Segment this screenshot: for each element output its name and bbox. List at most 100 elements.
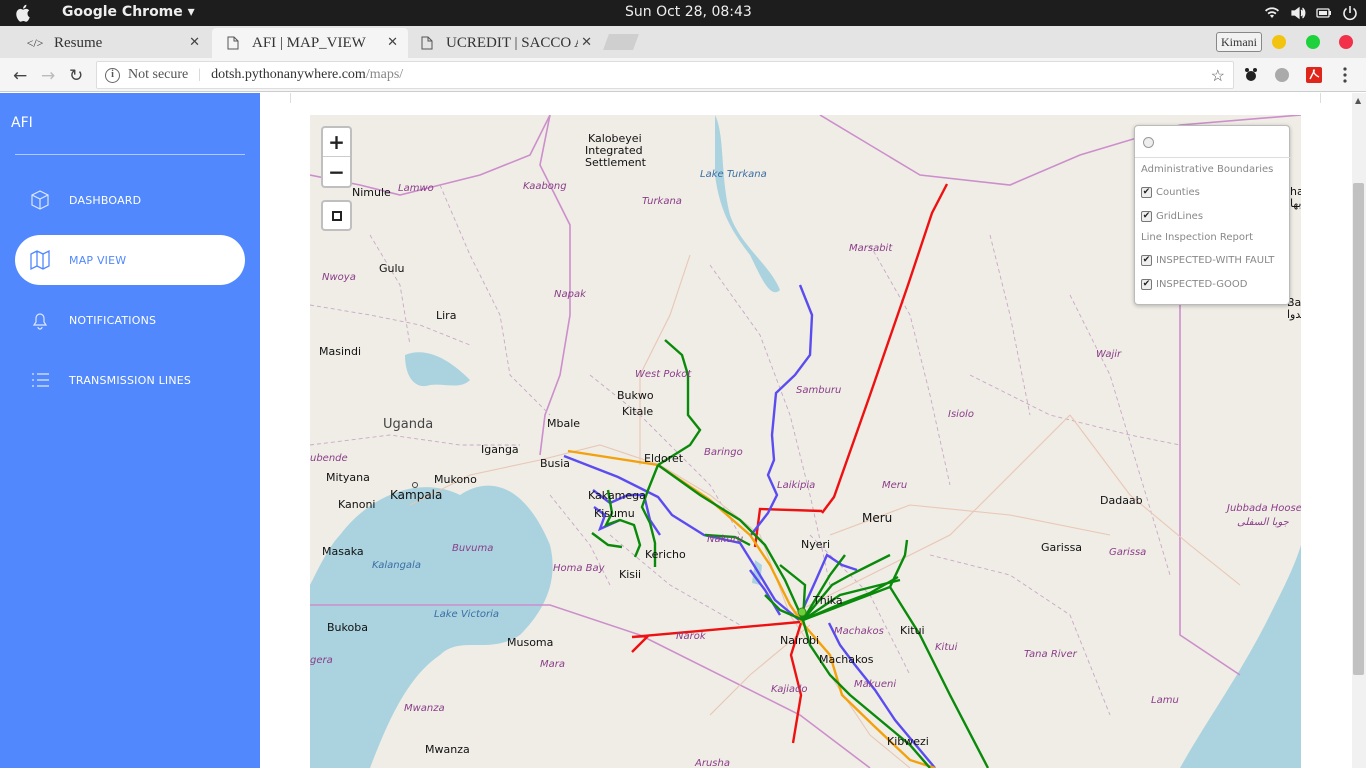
zoom-in-button[interactable]: + bbox=[323, 128, 350, 157]
address-bar[interactable]: i Not secure | dotsh.pythonanywhere.com … bbox=[96, 61, 1234, 89]
map-label: Homa Bay bbox=[553, 563, 605, 574]
map-label: Samburu bbox=[796, 385, 842, 396]
apple-menu-icon[interactable] bbox=[14, 3, 34, 23]
map-label: Kericho bbox=[645, 548, 686, 561]
map-label: Laikipia bbox=[777, 480, 816, 491]
close-tab-icon[interactable]: ✕ bbox=[189, 34, 200, 50]
layer-toggle-inspected-good[interactable]: ✔ INSPECTED-GOOD bbox=[1141, 279, 1247, 290]
extension-circle-icon[interactable] bbox=[1273, 66, 1291, 84]
base-layer-radio[interactable] bbox=[1143, 137, 1154, 148]
map-label: Bukwo bbox=[617, 389, 654, 402]
layer-group-title: Administrative Boundaries bbox=[1141, 164, 1273, 175]
layer-label: GridLines bbox=[1156, 211, 1204, 222]
country-border bbox=[539, 115, 571, 456]
map-label: Nimule bbox=[352, 186, 391, 199]
sidebar-item-label: DASHBOARD bbox=[69, 193, 142, 207]
map-label: Uganda bbox=[383, 417, 434, 432]
divider: | bbox=[198, 67, 202, 82]
page-scrollbar[interactable]: ▲ bbox=[1352, 93, 1366, 768]
back-arrow-icon[interactable]: ← bbox=[13, 66, 27, 86]
sidebar-item-dashboard[interactable]: DASHBOARD bbox=[15, 175, 245, 225]
close-window-button[interactable] bbox=[1339, 35, 1353, 49]
layer-label: INSPECTED-WITH FAULT bbox=[1156, 255, 1275, 266]
menu-kebab-icon[interactable] bbox=[1336, 66, 1354, 84]
map-icon bbox=[30, 249, 50, 271]
layer-toggle-inspected-with-fault[interactable]: ✔ INSPECTED-WITH FAULT bbox=[1141, 255, 1274, 266]
map-label: Mara bbox=[540, 659, 565, 670]
checkbox[interactable]: ✔ bbox=[1141, 187, 1152, 198]
map-label: Nakuru bbox=[707, 534, 744, 545]
system-clock[interactable]: Sun Oct 28, 08:43 bbox=[625, 4, 752, 20]
layer-group-label: Line Inspection Report bbox=[1141, 232, 1253, 243]
active-app-name[interactable]: Google Chrome ▾ bbox=[62, 4, 195, 20]
lake-turkana bbox=[715, 115, 780, 293]
map-label: Jubbada Hoose bbox=[1227, 503, 1301, 514]
map-label: Kibwezi bbox=[887, 735, 929, 748]
map-label: Masindi bbox=[319, 345, 362, 358]
wifi-icon[interactable] bbox=[1264, 5, 1280, 21]
map-label: Musoma bbox=[507, 636, 554, 649]
layer-toggle-gridlines[interactable]: ✔ GridLines bbox=[1141, 211, 1203, 222]
map-label: Narok bbox=[676, 631, 706, 642]
sidebar-item-map-view[interactable]: MAP VIEW bbox=[15, 235, 245, 285]
map-label: Nairobi bbox=[780, 634, 820, 647]
map-label: Iganga bbox=[481, 443, 519, 456]
sidebar-item-label: MAP VIEW bbox=[69, 253, 127, 267]
map-label: Kitale bbox=[622, 405, 654, 418]
country-border bbox=[1179, 305, 1241, 676]
browser-tab-strip: </> Resume ✕ AFI | MAP_VIEW ✕ UCREDIT | … bbox=[0, 26, 1366, 58]
tab-map-view[interactable]: AFI | MAP_VIEW ✕ bbox=[212, 28, 408, 58]
map-label: Eldoret bbox=[644, 452, 684, 465]
layer-group-title: Line Inspection Report bbox=[1141, 232, 1253, 243]
sidebar-item-transmission-lines[interactable]: TRANSMISSION LINES bbox=[15, 355, 245, 405]
checkbox[interactable]: ✔ bbox=[1141, 211, 1152, 222]
close-tab-icon[interactable]: ✕ bbox=[581, 34, 592, 50]
minimize-button[interactable] bbox=[1272, 35, 1286, 49]
map-label: Lamu bbox=[1151, 695, 1179, 706]
zoom-out-button[interactable]: − bbox=[323, 157, 350, 186]
map-label: Wajir bbox=[1096, 349, 1122, 360]
profile-button[interactable]: Kimani bbox=[1216, 32, 1262, 52]
maximize-button[interactable] bbox=[1306, 35, 1320, 49]
map-label: Baringo bbox=[704, 447, 743, 458]
card-edge bbox=[290, 93, 1321, 103]
location-marker bbox=[797, 607, 807, 617]
map-label: Garissa bbox=[1109, 547, 1147, 558]
battery-icon[interactable] bbox=[1316, 5, 1332, 21]
sidebar-item-notifications[interactable]: NOTIFICATIONS bbox=[15, 295, 245, 345]
checkbox[interactable]: ✔ bbox=[1141, 279, 1152, 290]
indian-ocean bbox=[1180, 545, 1301, 768]
map-label: Kampala bbox=[390, 488, 443, 502]
map-view[interactable]: Kalobeyei Integrated Settlement Lake Tur… bbox=[310, 115, 1301, 768]
map-label: Bukoba bbox=[327, 621, 368, 634]
map-label: بيدوا bbox=[1287, 308, 1301, 321]
map-label: Kitui bbox=[900, 624, 925, 637]
layer-control-panel: Administrative Boundaries ✔ Counties ✔ G… bbox=[1134, 125, 1291, 305]
layer-toggle-counties[interactable]: ✔ Counties bbox=[1141, 187, 1200, 198]
fullscreen-button[interactable] bbox=[321, 200, 352, 231]
volume-icon[interactable] bbox=[1290, 5, 1306, 21]
map-label: Kisii bbox=[619, 568, 642, 581]
tab-resume[interactable]: </> Resume ✕ bbox=[14, 28, 210, 58]
map-label: جوبا السفلى bbox=[1237, 517, 1289, 528]
tab-ucredit[interactable]: UCREDIT | SACCO AC ✕ bbox=[406, 28, 602, 58]
map-label: Lake Victoria bbox=[434, 609, 499, 620]
checkbox[interactable]: ✔ bbox=[1141, 255, 1152, 266]
reload-icon[interactable]: ↻ bbox=[69, 66, 83, 86]
scrollbar-thumb[interactable] bbox=[1353, 183, 1364, 675]
extension-pdf-icon[interactable] bbox=[1305, 66, 1323, 84]
forward-arrow-icon[interactable]: → bbox=[41, 66, 55, 86]
divider bbox=[1135, 157, 1291, 158]
layer-group-label: Administrative Boundaries bbox=[1141, 164, 1274, 175]
power-icon[interactable] bbox=[1342, 5, 1358, 21]
close-tab-icon[interactable]: ✕ bbox=[387, 34, 398, 50]
info-icon[interactable]: i bbox=[105, 67, 120, 83]
bookmark-star-icon[interactable]: ☆ bbox=[1211, 66, 1225, 86]
map-label: Mityana bbox=[326, 471, 370, 484]
map-label: gera bbox=[310, 655, 333, 666]
new-tab-button[interactable] bbox=[603, 34, 639, 50]
scroll-up-icon[interactable]: ▲ bbox=[1355, 96, 1361, 105]
map-label: Napak bbox=[554, 289, 586, 300]
sidebar-item-label: TRANSMISSION LINES bbox=[69, 373, 192, 387]
extension-puzzle-icon[interactable] bbox=[1242, 66, 1260, 84]
